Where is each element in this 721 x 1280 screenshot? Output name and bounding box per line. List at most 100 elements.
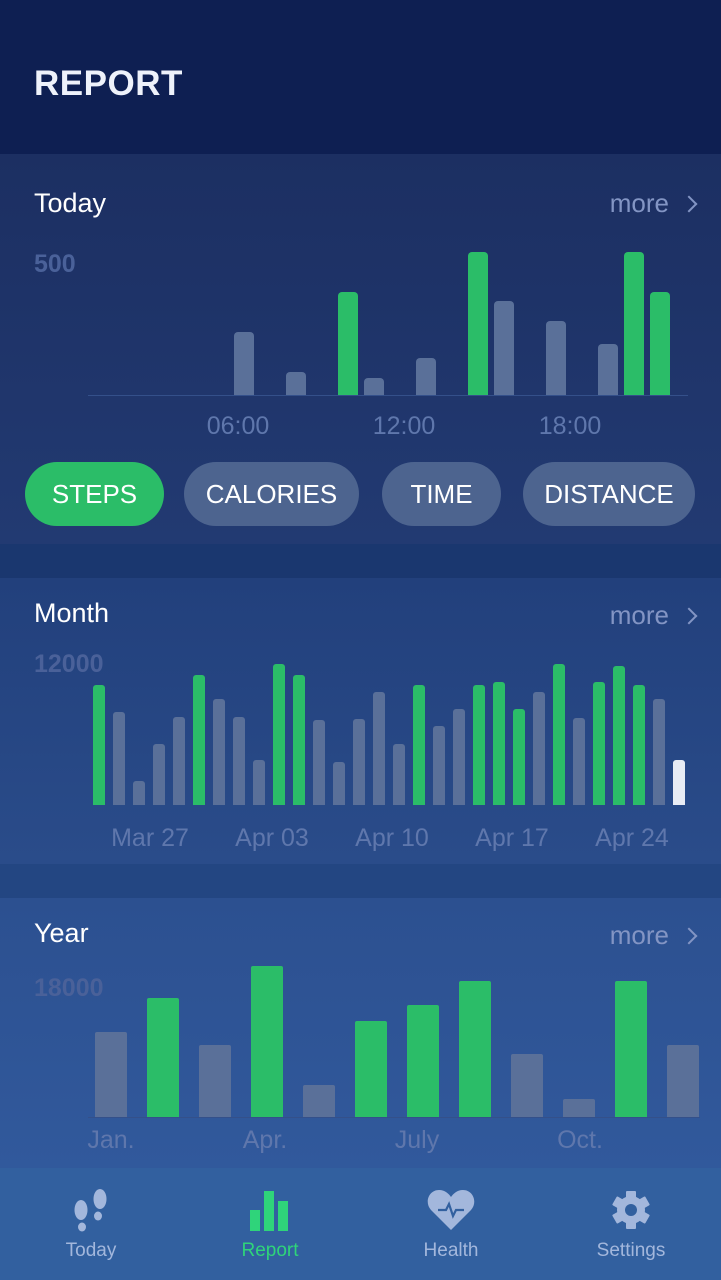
chart-bar (673, 760, 685, 805)
chart-bar (213, 699, 225, 805)
chart-bar (667, 1045, 699, 1117)
chart-bar (633, 685, 645, 805)
chart-bar (593, 682, 605, 805)
chart-bar (459, 981, 491, 1117)
chart-bar (147, 998, 179, 1117)
chart-bar (355, 1021, 387, 1117)
chart-bar (333, 762, 345, 805)
more-label: more (609, 600, 669, 630)
tab-distance[interactable]: DISTANCE (523, 462, 695, 526)
chart-bar (413, 685, 425, 805)
chart-bar (468, 252, 488, 395)
x-axis-line (88, 395, 688, 396)
nav-report[interactable]: Report (180, 1168, 360, 1280)
chart-bar (553, 664, 565, 805)
gear-icon (601, 1186, 661, 1234)
tab-steps[interactable]: STEPS (25, 462, 164, 526)
chart-bar (511, 1054, 543, 1117)
chart-bar (393, 744, 405, 805)
chart-bar (533, 692, 545, 805)
chart-bar (253, 760, 265, 805)
year-title: Year (34, 918, 89, 948)
x-tick-label: Oct. (557, 1126, 603, 1154)
chevron-right-icon (680, 195, 698, 212)
tab-time[interactable]: TIME (382, 462, 501, 526)
chart-bar (173, 717, 185, 805)
y-axis-label: 500 (34, 250, 76, 278)
chart-bar (650, 292, 670, 395)
chart-bar (453, 709, 465, 805)
chart-bar (364, 378, 384, 395)
today-card: Today more 500 06:00 12:00 18:00 STEPS C… (0, 154, 721, 544)
section-divider (0, 864, 721, 898)
x-tick-label: Apr 17 (475, 824, 549, 852)
chart-bar (598, 344, 618, 395)
nav-health[interactable]: Health (361, 1168, 541, 1280)
year-more-link[interactable]: more (609, 920, 698, 951)
tab-calories[interactable]: CALORIES (184, 462, 359, 526)
nav-label: Report (241, 1240, 299, 1261)
x-tick-label: 18:00 (538, 412, 602, 440)
chart-bar (233, 717, 245, 805)
chart-bar (133, 781, 145, 805)
x-tick-label: Apr 03 (235, 824, 309, 852)
month-title: Month (34, 598, 110, 628)
y-axis-label: 12000 (34, 650, 104, 678)
today-title: Today (34, 188, 107, 218)
chevron-right-icon (680, 607, 698, 624)
chart-bar (95, 1032, 127, 1117)
chevron-right-icon (680, 927, 698, 944)
x-axis-line (88, 1117, 700, 1118)
x-tick-label: 06:00 (206, 412, 270, 440)
nav-today[interactable]: Today (1, 1168, 181, 1280)
month-more-link[interactable]: more (609, 600, 698, 631)
x-tick-label: Apr 24 (595, 824, 669, 852)
chart-bar (286, 372, 306, 395)
chart-bar (199, 1045, 231, 1117)
chart-bar (338, 292, 358, 395)
chart-bar (353, 719, 365, 805)
chart-bar (563, 1099, 595, 1117)
chart-bar (613, 666, 625, 805)
section-divider (0, 544, 721, 578)
chart-bar (234, 332, 254, 395)
x-tick-label: 12:00 (372, 412, 436, 440)
chart-bar (494, 301, 514, 395)
bar-chart-icon (240, 1186, 300, 1234)
more-label: more (609, 188, 669, 218)
chart-bar (93, 685, 105, 805)
nav-label: Today (65, 1240, 117, 1261)
chart-bar (615, 981, 647, 1117)
chart-bar (251, 966, 283, 1117)
today-more-link[interactable]: more (609, 188, 698, 219)
chart-bar (546, 321, 566, 395)
chart-bar (313, 720, 325, 805)
chart-bar (153, 744, 165, 805)
chart-bar (113, 712, 125, 805)
chart-bar (624, 252, 644, 395)
chart-bar (407, 1005, 439, 1117)
chart-bar (493, 682, 505, 805)
chart-bar (293, 675, 305, 805)
nav-label: Health (423, 1240, 479, 1261)
chart-bar (653, 699, 665, 805)
nav-settings[interactable]: Settings (541, 1168, 721, 1280)
metric-tabs: STEPS CALORIES TIME DISTANCE (0, 462, 721, 526)
chart-bar (273, 664, 285, 805)
chart-bar (433, 726, 445, 805)
chart-bar (416, 358, 436, 395)
chart-bar (193, 675, 205, 805)
nav-label: Settings (596, 1240, 666, 1261)
header: REPORT (0, 0, 721, 154)
chart-bar (373, 692, 385, 805)
month-card: Month more 12000 Mar 27 Apr 03 Apr 10 Ap… (0, 578, 721, 864)
footsteps-icon (61, 1186, 121, 1234)
page-title: REPORT (34, 64, 183, 103)
chart-bar (303, 1085, 335, 1117)
x-tick-label: Apr 10 (355, 824, 429, 852)
more-label: more (609, 920, 669, 950)
chart-bar (513, 709, 525, 805)
x-tick-label: Apr. (242, 1126, 288, 1154)
x-tick-label: Mar 27 (111, 824, 189, 852)
chart-bar (573, 718, 585, 805)
